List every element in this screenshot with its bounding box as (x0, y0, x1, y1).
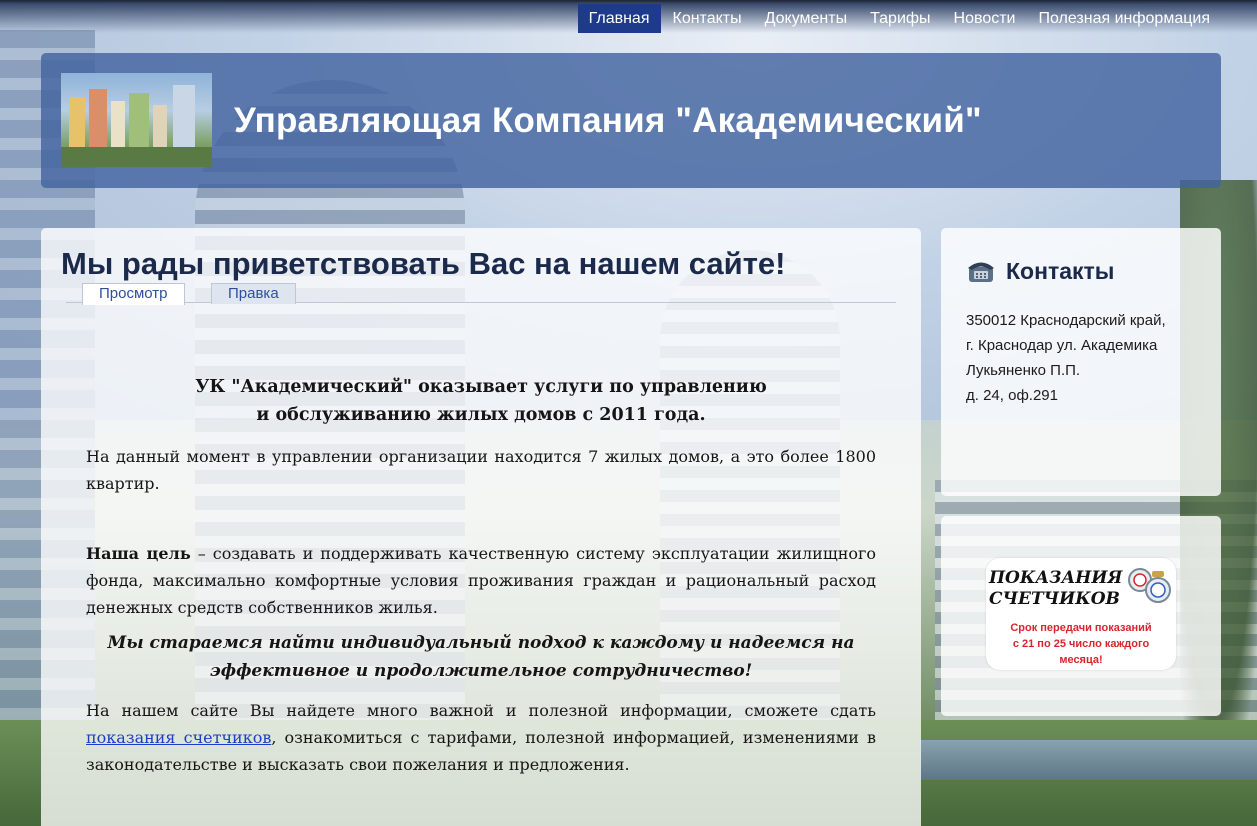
lead-line-2: и обслуживанию жилых домов с 2011 года. (256, 405, 706, 425)
meter-title-line-2: СЧЕТЧИКОВ (989, 589, 1120, 609)
quote-line-2: эффективное и продолжительное сотрудниче… (209, 661, 753, 681)
goal-label: Наша цель (86, 544, 191, 563)
meter-deadline-note: Срок передачи показаний с 21 по 25 число… (996, 620, 1166, 668)
nav-item-home[interactable]: Главная (577, 4, 661, 33)
nav-item-news[interactable]: Новости (943, 4, 1027, 33)
site-header: Управляющая Компания "Академический" (41, 53, 1221, 188)
nav-item-contacts[interactable]: Контакты (662, 4, 753, 33)
tab-edit[interactable]: Правка (211, 283, 296, 304)
info-text-start: На нашем сайте Вы найдете много важной и… (86, 701, 876, 720)
nav-item-useful-info[interactable]: Полезная информация (1027, 4, 1221, 33)
meter-readings-link[interactable]: показания счетчиков (86, 728, 271, 747)
meter-dials-icon (1128, 568, 1171, 603)
view-edit-tabs: Просмотр Правка (66, 282, 896, 305)
meter-note-line-2: с 21 по 25 число каждого (1012, 638, 1150, 650)
tab-view[interactable]: Просмотр (82, 283, 185, 305)
lead-text: УК "Академический" оказывает услуги по у… (86, 373, 876, 429)
meter-readings-block: ПОКАЗАНИЯ СЧЕТЧИКОВ Срок передачи показа… (941, 516, 1221, 716)
houses-paragraph: На данный момент в управлении организаци… (86, 447, 876, 493)
quote-text: Мы стараемся найти индивидуальный подход… (86, 629, 876, 685)
address-line: г. Краснодар ул. Академика (966, 337, 1158, 354)
goal-text: – создавать и поддерживать качественную … (86, 544, 876, 617)
site-title: Управляющая Компания "Академический" (234, 101, 982, 140)
address: 350012 Краснодарский край, г. Краснодар … (966, 308, 1206, 408)
contacts-heading: Контакты (966, 258, 1114, 285)
page-title: Мы рады приветствовать Вас на нашем сайт… (61, 246, 786, 281)
address-line: д. 24, оф.291 (966, 387, 1058, 404)
meter-readings-banner[interactable]: ПОКАЗАНИЯ СЧЕТЧИКОВ Срок передачи показа… (986, 558, 1176, 670)
quote-line-1: Мы стараемся найти индивидуальный подход… (107, 633, 855, 653)
phone-icon (968, 262, 994, 282)
address-line: 350012 Краснодарский край, (966, 312, 1166, 329)
goal-paragraph: Наша цель – создавать и поддерживать кач… (86, 540, 876, 621)
meter-note-line-3: месяца! (1059, 654, 1103, 666)
address-line: Лукьяненко П.П. (966, 362, 1081, 379)
meter-banner-title: ПОКАЗАНИЯ СЧЕТЧИКОВ (989, 568, 1122, 610)
contacts-title: Контакты (1006, 258, 1115, 284)
nav-item-tariffs[interactable]: Тарифы (859, 4, 941, 33)
meter-title-line-1: ПОКАЗАНИЯ (989, 568, 1123, 588)
top-navigation-bar: Главная Контакты Документы Тарифы Новост… (0, 0, 1257, 33)
nav-item-documents[interactable]: Документы (754, 4, 858, 33)
info-paragraph: На нашем сайте Вы найдете много важной и… (86, 697, 876, 778)
lead-line-1: УК "Академический" оказывает услуги по у… (195, 377, 767, 397)
main-menu: Главная Контакты Документы Тарифы Новост… (577, 4, 1221, 33)
main-content-panel: Мы рады приветствовать Вас на нашем сайт… (41, 228, 921, 826)
building-photo-logo[interactable] (61, 73, 212, 167)
meter-note-line-1: Срок передачи показаний (1010, 622, 1152, 634)
contacts-block: Контакты 350012 Краснодарский край, г. К… (941, 228, 1221, 496)
article-body: УК "Академический" оказывает услуги по у… (86, 373, 876, 778)
